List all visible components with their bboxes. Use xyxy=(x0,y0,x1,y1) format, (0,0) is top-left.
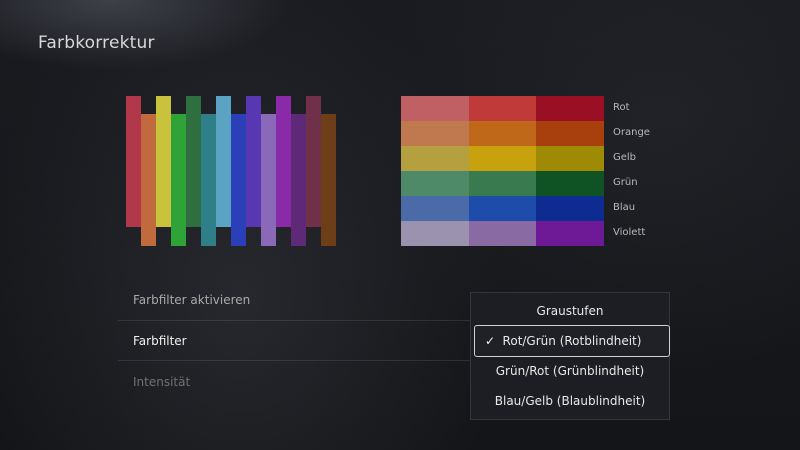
divider xyxy=(118,320,476,321)
grid-row-label: Blau xyxy=(613,202,636,213)
bar-red xyxy=(126,96,141,227)
grid-row-label: Grün xyxy=(613,177,638,188)
option-label: Blau/Gelb (Blaublindheit) xyxy=(494,394,646,408)
grid-cell xyxy=(401,121,469,146)
bar-lightblue xyxy=(216,96,231,227)
option-grayscale[interactable]: Graustufen xyxy=(471,295,669,327)
grid-cell xyxy=(468,96,537,121)
grid-row-label: Rot xyxy=(613,102,630,113)
setting-intensity[interactable]: Intensität xyxy=(133,375,190,389)
color-filter-dropdown[interactable]: Graustufen ✓ Rot/Grün (Rotblindheit) Grü… xyxy=(470,292,670,420)
bar-orange xyxy=(141,114,156,246)
color-bars-preview xyxy=(126,96,338,246)
option-deuteranopia[interactable]: Grün/Rot (Grünblindheit) xyxy=(471,355,669,387)
grid-cell xyxy=(401,96,469,121)
grid-cell xyxy=(536,221,604,246)
grid-cell xyxy=(468,121,537,146)
grid-cell xyxy=(468,171,537,196)
bar-brown xyxy=(321,114,336,246)
grid-cell xyxy=(536,146,604,171)
check-icon: ✓ xyxy=(485,334,496,348)
option-label: Rot/Grün (Rotblindheit) xyxy=(502,334,642,348)
grid-row-label: Gelb xyxy=(613,152,637,163)
grid-cell xyxy=(401,196,469,221)
grid-cell xyxy=(401,146,469,171)
bar-darkgreen xyxy=(186,96,201,227)
grid-cell xyxy=(536,96,604,121)
grid-cell xyxy=(536,196,604,221)
option-protanopia[interactable]: ✓ Rot/Grün (Rotblindheit) xyxy=(474,325,670,357)
bar-blue xyxy=(231,114,246,246)
bar-darkpurple xyxy=(291,114,306,246)
grid-cell xyxy=(468,196,537,221)
option-label: Graustufen xyxy=(536,304,604,318)
background xyxy=(0,0,800,450)
grid-row-label: Orange xyxy=(613,127,650,138)
bar-green xyxy=(171,114,186,246)
bar-maroon xyxy=(306,96,321,227)
grid-cell xyxy=(401,171,469,196)
page-title: Farbkorrektur xyxy=(38,33,155,53)
setting-color-filter[interactable]: Farbfilter xyxy=(133,334,187,348)
bar-teal xyxy=(201,114,216,246)
grid-cell xyxy=(401,221,469,246)
divider xyxy=(118,360,476,361)
grid-cell xyxy=(468,146,537,171)
bar-purple xyxy=(276,96,291,227)
bar-lavender xyxy=(261,114,276,246)
bar-indigo xyxy=(246,96,261,227)
setting-enable-filter[interactable]: Farbfilter aktivieren xyxy=(133,293,250,307)
grid-row-label: Violett xyxy=(613,227,646,238)
grid-cell xyxy=(536,121,604,146)
color-grid-preview xyxy=(401,96,604,246)
bar-yellow xyxy=(156,96,171,227)
grid-cell xyxy=(468,221,537,246)
grid-cell xyxy=(536,171,604,196)
option-tritanopia[interactable]: Blau/Gelb (Blaublindheit) xyxy=(471,385,669,417)
option-label: Grün/Rot (Grünblindheit) xyxy=(495,364,645,378)
